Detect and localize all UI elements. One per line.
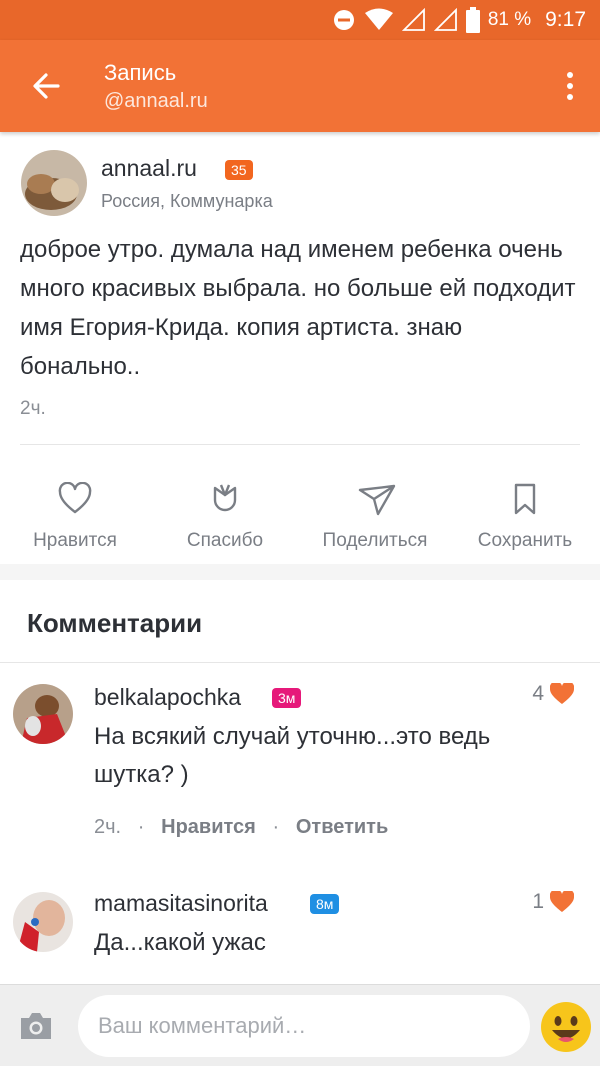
post-actions: Нравится Спасибо Поделиться Сохранить [0,472,600,564]
camera-icon [21,1013,51,1039]
status-bar: 81 % 9:17 [0,0,600,40]
commenter-avatar[interactable] [13,892,73,952]
do-not-disturb-icon [333,10,354,30]
save-button[interactable]: Сохранить [450,472,600,564]
comment-author[interactable]: belkalapochka [94,684,241,711]
smiley-icon [541,1002,591,1052]
comment-text: На всякий случай уточню...это ведь шутка… [94,723,491,788]
post-text: доброе утро. думала над именем ребенка о… [20,236,576,380]
commenter-avatar-image [13,684,73,744]
comment-author[interactable]: mamasitasinorita [94,890,268,917]
comment-input[interactable] [78,995,530,1057]
comment-time: 2ч. [94,816,122,838]
comment-reply-link[interactable]: Ответить [296,816,388,838]
divider [20,444,580,445]
status-icons: 81 % 9:17 [332,0,586,40]
comment-author-badge: 3м [272,688,302,708]
heart-filled-icon [550,891,574,912]
like-button[interactable]: Нравится [0,472,150,564]
paper-plane-icon [358,484,396,516]
thanks-label: Спасибо [186,530,264,551]
separator-dot: · [261,816,291,838]
comments-title: Комментарии [27,608,203,638]
comment-like-link[interactable]: Нравится [161,816,256,838]
heart-outline-icon [58,482,92,514]
share-label: Поделиться [322,530,428,551]
author-name[interactable]: annaal.ru [101,155,197,182]
author-location: Россия, Коммунарка [101,191,273,211]
bookmark-icon [514,483,536,515]
share-button[interactable]: Поделиться [300,472,450,564]
divider [0,662,600,663]
commenter-avatar-image [13,892,73,952]
battery-percent: 81 % [487,9,532,30]
emoji-button[interactable] [540,1001,592,1058]
comment-likes[interactable]: 1 [532,890,574,914]
separator-dot: · [126,816,156,838]
comment-author-badge: 8м [310,894,340,914]
author-avatar[interactable] [21,150,87,216]
save-label: Сохранить [477,530,573,551]
page-title: Запись [104,60,177,85]
like-label: Нравится [33,530,117,551]
comment-meta: 2ч. · Нравится · Ответить [94,816,388,839]
commenter-avatar[interactable] [13,684,73,744]
comment-likes[interactable]: 4 [532,682,574,706]
more-vertical-icon [567,72,573,100]
signal-empty-icon-2 [433,8,457,31]
comment-like-count: 1 [532,890,544,913]
app-bar: Запись @annaal.ru [0,40,600,132]
comment-composer [0,984,600,1066]
author-level-badge: 35 [225,160,253,180]
comment-like-count: 4 [532,682,544,705]
back-button[interactable] [26,66,66,106]
author-avatar-image [21,150,87,216]
thanks-button[interactable]: Спасибо [150,472,300,564]
wifi-icon [364,8,393,30]
section-separator [0,564,600,580]
tulip-icon [213,484,237,512]
signal-empty-icon [401,8,425,31]
battery-icon [465,7,480,33]
arrow-left-icon [33,73,60,99]
heart-filled-icon [550,683,574,704]
attach-photo-button[interactable] [18,1011,54,1046]
clock: 9:17 [545,8,586,31]
page-subtitle: @annaal.ru [104,90,208,112]
comment-text: Да...какой ужас [94,929,266,956]
post-time: 2ч. [20,398,46,419]
overflow-menu-button[interactable] [560,66,580,106]
